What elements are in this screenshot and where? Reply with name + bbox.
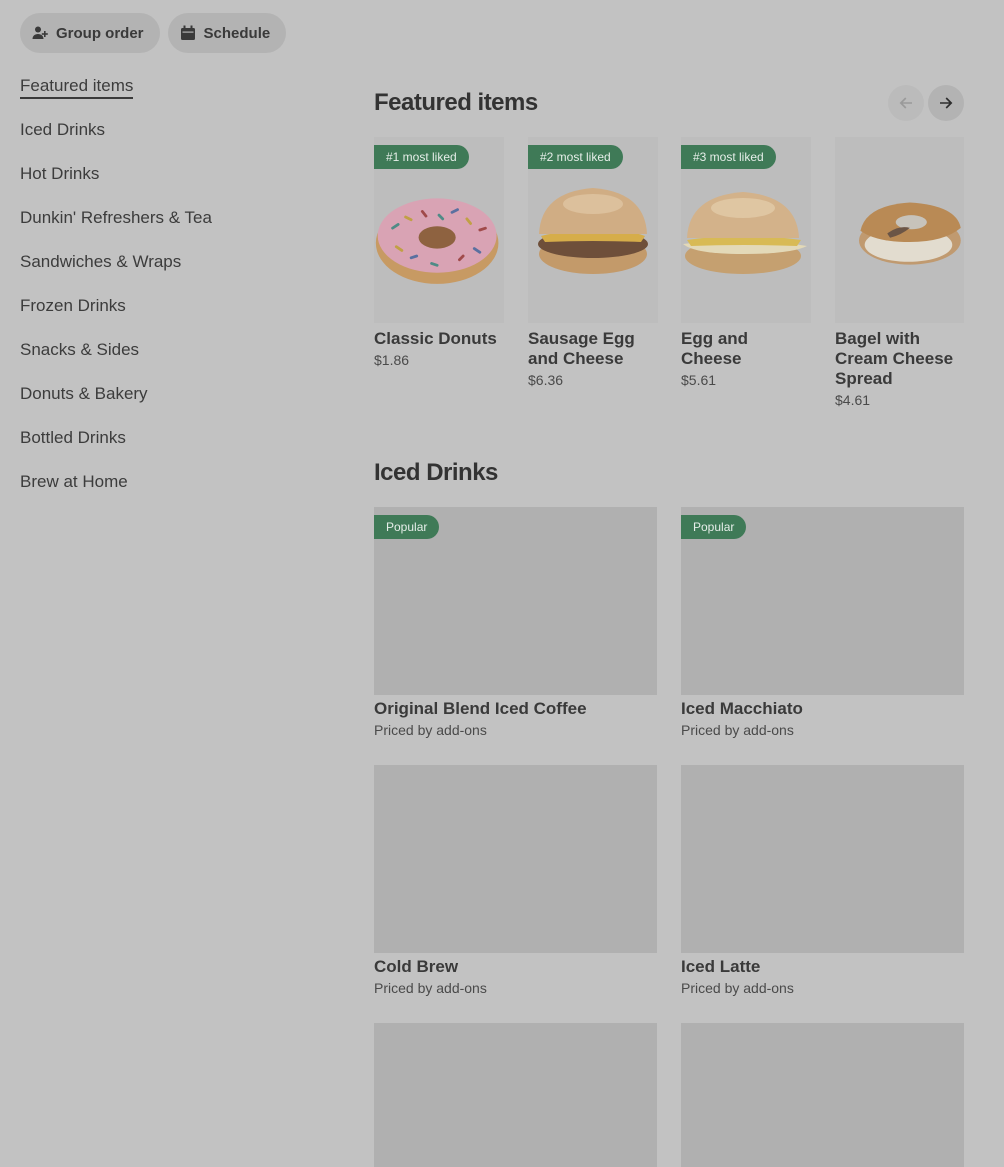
featured-section-title: Featured items [374, 89, 538, 116]
sidebar-item-frozen-drinks[interactable]: Frozen Drinks [20, 294, 300, 338]
arrow-left-icon [899, 97, 912, 109]
schedule-label: Schedule [203, 24, 271, 42]
category-sidebar: Featured items Iced Drinks Hot Drinks Du… [20, 74, 300, 514]
donut-image: #1 most liked [374, 137, 504, 323]
group-order-button[interactable]: Group order [20, 13, 160, 53]
featured-card-bagel-cream-cheese[interactable]: Bagel with Cream Cheese Spread $4.61 [835, 137, 964, 408]
featured-item-name: Classic Donuts [374, 329, 497, 348]
menu-item-partial[interactable] [374, 1023, 657, 1167]
group-order-label: Group order [56, 24, 144, 42]
menu-item-name: Original Blend Iced Coffee [374, 699, 587, 718]
menu-item-name: Iced Latte [681, 957, 761, 976]
carousel-next-button[interactable] [928, 85, 964, 121]
sidebar-item-snacks-sides[interactable]: Snacks & Sides [20, 338, 300, 382]
iced-drinks-section-title: Iced Drinks [374, 459, 498, 486]
sidebar-item-hot-drinks[interactable]: Hot Drinks [20, 162, 300, 206]
sidebar-item-bottled-drinks[interactable]: Bottled Drinks [20, 426, 300, 470]
featured-item-name: Egg and Cheese [681, 329, 749, 368]
carousel-controls [888, 85, 964, 121]
featured-carousel: #1 most liked Classic Donuts $1.86 #2 mo… [374, 137, 964, 427]
item-image-placeholder: Popular [681, 507, 964, 695]
menu-item-price: Priced by add-ons [681, 722, 794, 738]
featured-card-classic-donuts[interactable]: #1 most liked Classic Donuts $1.86 [374, 137, 504, 368]
most-liked-badge: #1 most liked [374, 145, 469, 169]
popular-badge: Popular [681, 515, 747, 539]
featured-card-egg-cheese[interactable]: #3 most liked Egg and Cheese $5.61 [681, 137, 811, 388]
menu-item-name: Cold Brew [374, 957, 459, 976]
sausage-sandwich-image: #2 most liked [528, 137, 658, 323]
carousel-prev-button[interactable] [888, 85, 924, 121]
sidebar-item-refreshers-tea[interactable]: Dunkin' Refreshers & Tea [20, 206, 300, 250]
menu-item-name: Iced Macchiato [681, 699, 803, 718]
sidebar-item-brew-at-home[interactable]: Brew at Home [20, 470, 300, 514]
item-image-placeholder [374, 765, 657, 953]
featured-item-price: $4.61 [835, 392, 871, 408]
sidebar-item-featured-items[interactable]: Featured items [20, 74, 300, 118]
featured-item-name: Bagel with Cream Cheese Spread [835, 329, 954, 388]
featured-item-price: $6.36 [528, 372, 564, 388]
schedule-button[interactable]: Schedule [167, 13, 287, 53]
sidebar-item-iced-drinks[interactable]: Iced Drinks [20, 118, 300, 162]
featured-item-price: $1.86 [374, 352, 410, 368]
item-image-placeholder: Popular [374, 507, 657, 695]
featured-item-price: $5.61 [681, 372, 717, 388]
add-person-icon [32, 25, 48, 41]
calendar-icon [180, 25, 196, 41]
menu-item-cold-brew[interactable]: Cold Brew Priced by add-ons [374, 765, 657, 996]
menu-item-partial[interactable] [681, 1023, 964, 1167]
menu-item-iced-macchiato[interactable]: Popular Iced Macchiato Priced by add-ons [681, 507, 964, 738]
item-image-placeholder [681, 1023, 964, 1167]
item-image-placeholder [681, 765, 964, 953]
menu-item-price: Priced by add-ons [374, 980, 487, 996]
most-liked-badge: #2 most liked [528, 145, 623, 169]
egg-sandwich-image: #3 most liked [681, 137, 811, 323]
popular-badge: Popular [374, 515, 440, 539]
featured-item-name: Sausage Egg and Cheese [528, 329, 635, 368]
featured-card-sausage-egg-cheese[interactable]: #2 most liked Sausage Egg and Cheese $6.… [528, 137, 658, 388]
menu-item-iced-latte[interactable]: Iced Latte Priced by add-ons [681, 765, 964, 996]
arrow-right-icon [940, 97, 953, 109]
sidebar-item-sandwiches-wraps[interactable]: Sandwiches & Wraps [20, 250, 300, 294]
menu-item-price: Priced by add-ons [374, 722, 487, 738]
menu-item-original-blend-iced-coffee[interactable]: Popular Original Blend Iced Coffee Price… [374, 507, 657, 738]
most-liked-badge: #3 most liked [681, 145, 776, 169]
bagel-image [835, 137, 964, 323]
sidebar-item-donuts-bakery[interactable]: Donuts & Bakery [20, 382, 300, 426]
menu-item-price: Priced by add-ons [681, 980, 794, 996]
item-image-placeholder [374, 1023, 657, 1167]
top-actions: Group order Schedule [20, 13, 287, 53]
